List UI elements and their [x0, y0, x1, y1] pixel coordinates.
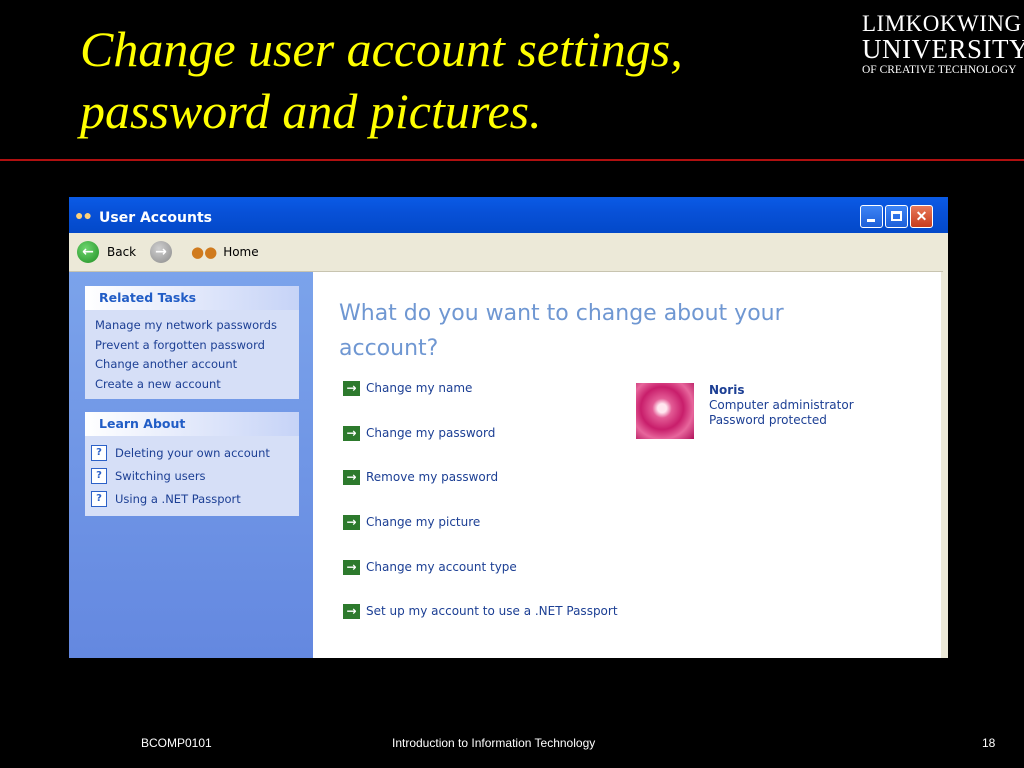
window-right-edge	[941, 272, 948, 658]
back-button[interactable]: ← Back	[77, 239, 136, 265]
logo-line1: LIMKOKWING	[862, 11, 1022, 36]
learn-about-heading: Learn About	[85, 412, 299, 436]
maximize-button[interactable]	[885, 205, 908, 228]
learn-about-label: Using a .NET Passport	[115, 491, 241, 506]
slide-title-line2: password and pictures.	[80, 83, 542, 139]
related-task-link[interactable]: Manage my network passwords	[95, 316, 299, 336]
logo-line3: OF CREATIVE TECHNOLOGY	[862, 64, 1017, 76]
back-label: Back	[107, 245, 137, 259]
green-arrow-icon: →	[343, 514, 360, 530]
main-content: What do you want to change about your ac…	[313, 272, 941, 658]
task-remove-password[interactable]: → Remove my password	[343, 467, 498, 487]
university-logo: LIMKOKWING UNIVERSITY OF CREATIVE TECHNO…	[862, 11, 1024, 78]
user-accounts-icon: ●●	[75, 207, 92, 223]
logo-line2: UNIVERSITY	[862, 34, 1024, 64]
minimize-icon	[861, 206, 882, 227]
task-sidebar: Related Tasks Manage my network password…	[69, 272, 313, 658]
forward-button[interactable]: →	[150, 239, 172, 265]
slide-title: Change user account settings, password a…	[80, 18, 800, 142]
help-question-icon: ?	[91, 444, 107, 461]
green-arrow-icon: →	[343, 559, 360, 575]
window-titlebar[interactable]: ●● User Accounts ✕	[69, 197, 948, 233]
task-label: Change my password	[366, 426, 496, 440]
close-icon: ✕	[915, 208, 928, 224]
learn-about-label: Switching users	[115, 468, 206, 483]
main-heading: What do you want to change about your ac…	[339, 301, 784, 361]
home-people-icon: ●●	[191, 243, 218, 261]
task-label: Change my picture	[366, 515, 481, 529]
learn-about-link[interactable]: ? Switching users	[85, 464, 299, 487]
task-label: Set up my account to use a .NET Passport	[366, 604, 618, 618]
minimize-button[interactable]	[860, 205, 883, 228]
learn-about-label: Deleting your own account	[115, 445, 270, 460]
title-divider	[0, 159, 1024, 161]
related-task-link[interactable]: Create a new account	[95, 375, 299, 395]
learn-about-link[interactable]: ? Using a .NET Passport	[85, 487, 299, 510]
task-label: Remove my password	[366, 470, 499, 484]
related-tasks-heading: Related Tasks	[85, 286, 299, 310]
related-tasks-panel: Related Tasks Manage my network password…	[85, 286, 299, 399]
green-arrow-icon: →	[343, 380, 360, 396]
window-title: User Accounts	[99, 210, 212, 226]
task-change-account-type[interactable]: → Change my account type	[343, 557, 517, 577]
task-change-name[interactable]: → Change my name	[343, 378, 472, 398]
home-label: Home	[223, 245, 259, 259]
learn-about-link[interactable]: ? Deleting your own account	[85, 441, 299, 464]
task-label: Change my name	[366, 381, 473, 395]
footer-page-number: 18	[982, 736, 996, 750]
slide-title-line1: Change user account settings,	[80, 21, 683, 77]
user-status: Password protected	[709, 413, 827, 427]
green-arrow-icon: →	[343, 425, 360, 441]
help-question-icon: ?	[91, 467, 107, 484]
home-button[interactable]: ●● Home	[191, 239, 259, 265]
maximize-icon	[886, 206, 907, 227]
footer-course-code: BCOMP0101	[141, 736, 212, 750]
related-task-link[interactable]: Change another account	[95, 355, 299, 375]
task-change-password[interactable]: → Change my password	[343, 423, 495, 443]
user-name: Noris	[709, 383, 745, 397]
back-arrow-icon: ←	[77, 241, 99, 263]
forward-arrow-icon: →	[150, 241, 172, 263]
user-picture[interactable]	[636, 383, 694, 439]
task-net-passport[interactable]: → Set up my account to use a .NET Passpor…	[343, 601, 618, 621]
green-arrow-icon: →	[343, 469, 360, 485]
related-task-link[interactable]: Prevent a forgotten password	[95, 336, 299, 356]
help-question-icon: ?	[91, 490, 107, 507]
learn-about-panel: Learn About ? Deleting your own account ?…	[85, 412, 299, 516]
user-accounts-window: ●● User Accounts ✕ ← Back → ●● Home Rela…	[69, 197, 948, 658]
task-change-picture[interactable]: → Change my picture	[343, 512, 480, 532]
green-arrow-icon: →	[343, 603, 360, 619]
navigation-toolbar: ← Back → ●● Home	[69, 233, 943, 272]
user-role: Computer administrator	[709, 398, 854, 412]
task-label: Change my account type	[366, 560, 517, 574]
footer-course-name: Introduction to Information Technology	[392, 736, 596, 750]
close-button[interactable]: ✕	[910, 205, 933, 228]
